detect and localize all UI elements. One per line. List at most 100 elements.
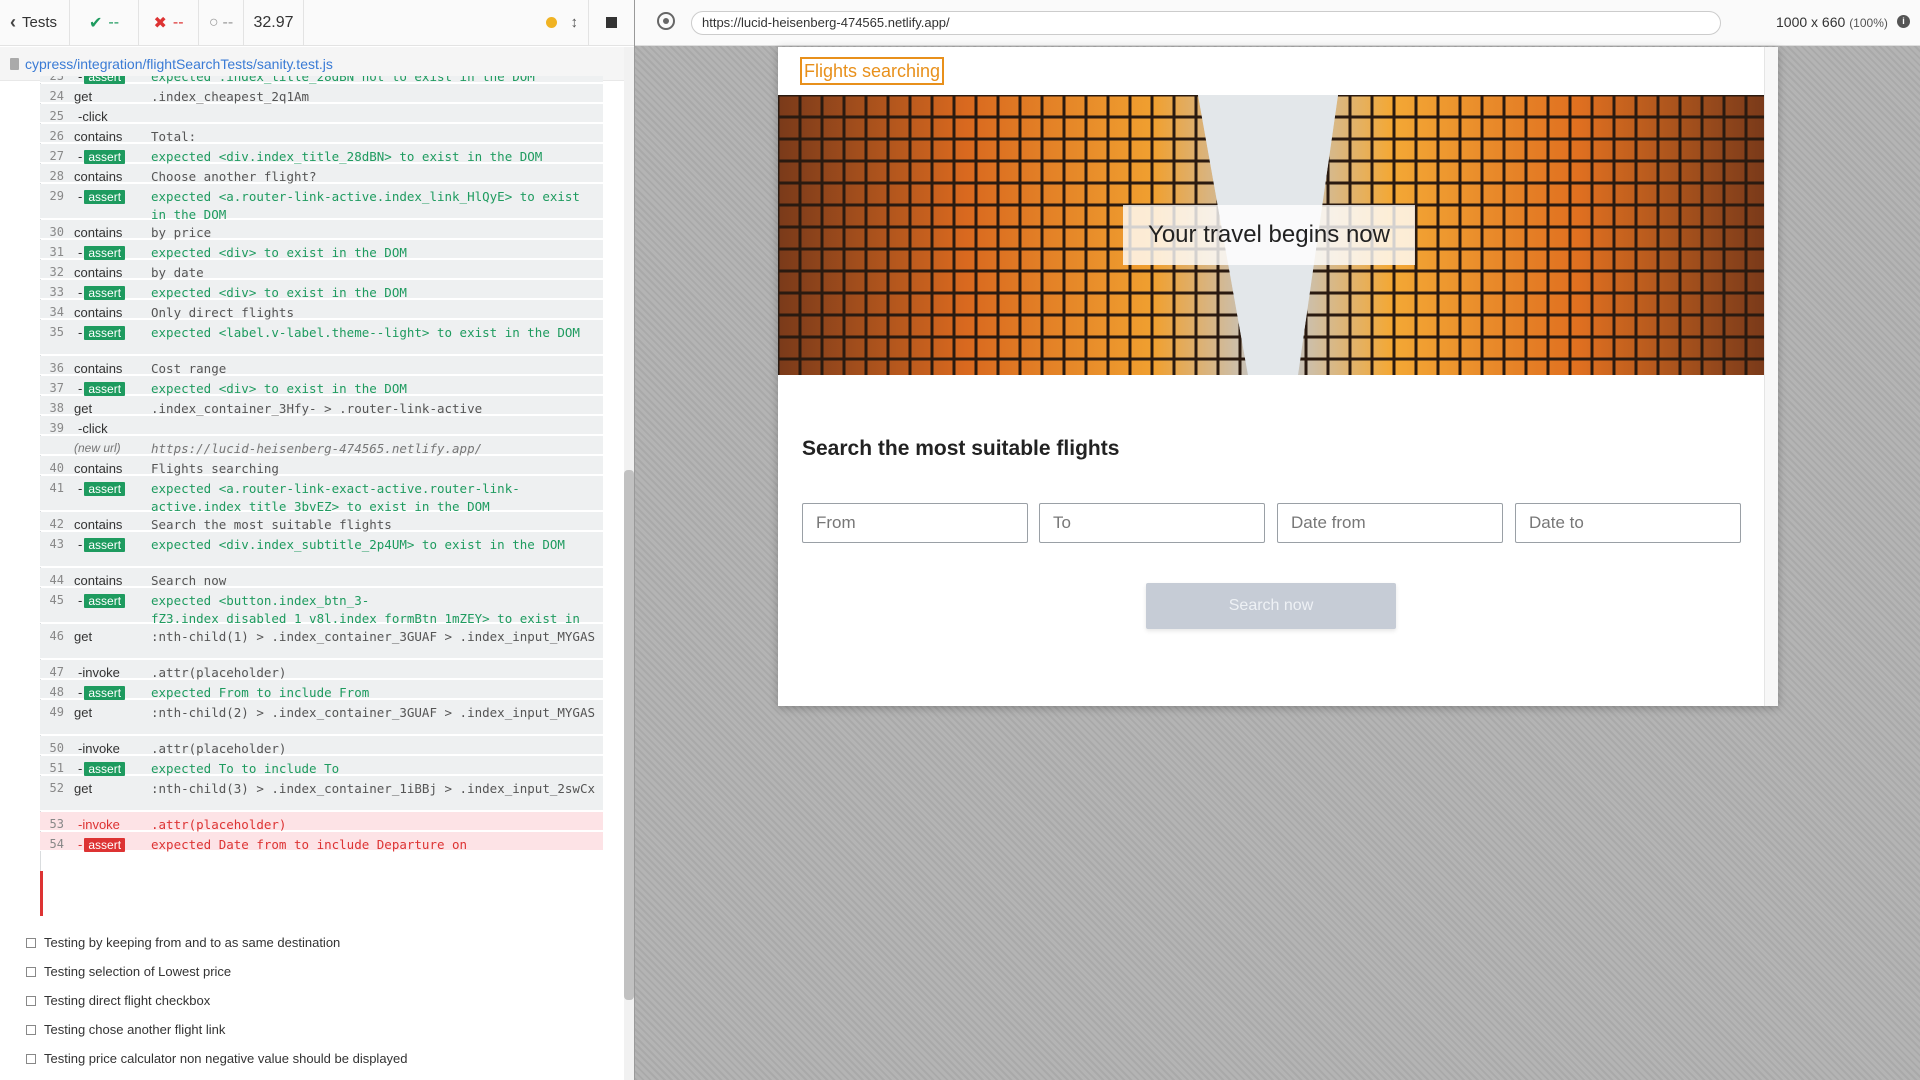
command-row[interactable]: 25 -click [40, 104, 603, 124]
command-name: contains [74, 361, 123, 376]
command-name: contains [74, 169, 123, 184]
command-name: - assert [78, 381, 126, 396]
command-name: contains [74, 225, 123, 240]
assert-badge: assert [84, 150, 126, 164]
circle-icon: ○ [208, 13, 219, 31]
command-row[interactable]: 38 get .index_container_3Hfy- > .router-li… [40, 396, 603, 416]
command-row[interactable]: 49 get:nth-child(2) > .index_container_3G… [40, 700, 603, 735]
command-number: 42 [49, 517, 64, 531]
selector-playground-icon[interactable] [657, 12, 675, 30]
test-title: Testing chose another flight link [44, 1022, 226, 1037]
command-row[interactable]: 54 - assert expected Date from to include D… [40, 832, 603, 852]
hero-banner: Your travel begins now [778, 95, 1764, 375]
command-number: 43 [49, 537, 64, 551]
command-name: - assert [78, 325, 126, 340]
command-message: :nth-child(3) > .index_container_1iBBj >… [151, 781, 596, 796]
test-item[interactable]: Testing direct flight checkbox [26, 993, 210, 1008]
command-row[interactable]: 41 - assert expected <a.router-link-exact-a… [40, 476, 603, 514]
command-row[interactable]: 29 - assert expected <a.router-link-active.… [40, 184, 603, 222]
command-name: - assert [78, 593, 126, 608]
command-message: expected <a.router-link-active.index_lin… [151, 189, 580, 222]
command-number: 47 [49, 665, 64, 679]
command-row[interactable]: 47 -invoke .attr(placeholder) [40, 660, 603, 680]
command-row[interactable]: 42 contains Search the most suitable fligh… [40, 512, 603, 532]
command-row[interactable]: 36 contains Cost range [40, 356, 603, 376]
test-item[interactable]: Testing by keeping from and to as same d… [26, 935, 340, 950]
command-row[interactable]: 39 -click [40, 416, 603, 436]
command-row[interactable]: 27- assert expected <div.index_title_28dBN… [40, 144, 603, 164]
command-row[interactable]: 52 get:nth-child(3) > .index_container_1i… [40, 776, 603, 811]
command-number: 48 [49, 685, 64, 699]
command-name: - assert [78, 481, 126, 496]
command-row[interactable]: 28 contains Choose another flight? [40, 164, 603, 184]
check-icon: ✔ [88, 14, 103, 32]
command-row[interactable]: 33- assert expected <div> to exist in the … [40, 280, 603, 300]
stop-button[interactable] [588, 0, 634, 45]
test-status-checkbox-icon [26, 995, 36, 1006]
failed-stat: ✖ -- [139, 0, 199, 45]
file-icon [10, 57, 19, 70]
app-scrollbar[interactable] [1764, 47, 1778, 706]
auto-scroll-icon[interactable]: ↕ [571, 14, 579, 31]
command-name: contains [74, 129, 123, 144]
pending-count: -- [222, 13, 234, 31]
passed-count: -- [108, 13, 120, 31]
url-bar[interactable]: https://lucid-heisenberg-474565.netlify.… [691, 11, 1721, 35]
spec-path-link[interactable]: cypress/integration/flightSearchTests/sa… [25, 56, 333, 72]
test-title: Testing by keeping from and to as same d… [44, 935, 341, 950]
command-row[interactable]: 43 - assert expected <div.index_subtitle_2p… [40, 532, 603, 567]
tests-back-button[interactable]: ‹ Tests [0, 0, 70, 45]
reporter-scrollbar-thumb[interactable] [624, 470, 634, 1000]
from-input[interactable]: From [802, 503, 1028, 543]
command-row[interactable]: 40 contains Flights searching [40, 456, 603, 476]
command-number: 45 [49, 593, 64, 607]
command-row[interactable]: 50 -invoke .attr(placeholder) [40, 736, 603, 756]
hero-text: Your travel begins now [1123, 205, 1415, 265]
command-row[interactable]: 32 contains by date [40, 260, 603, 280]
command-name: contains [74, 305, 123, 320]
command-row[interactable]: 44 contains Search now [40, 568, 603, 588]
assert-badge: assert [84, 762, 126, 776]
command-name: get [74, 705, 93, 720]
command-number: 50 [49, 741, 64, 755]
info-icon[interactable]: i [1897, 15, 1910, 28]
viewport-info: 1000 x 660 (100%) [1776, 14, 1888, 30]
command-row[interactable]: 45- assert expected <button.index_btn_3-fZ… [40, 588, 603, 644]
command-row[interactable]: 30 contains by price [40, 220, 603, 240]
command-row[interactable]: (new url) https://lucid-heisenberg-474565… [40, 436, 603, 456]
command-log: 23- assert expected .index_title_28dBN not… [40, 76, 603, 916]
command-row[interactable]: 37- assert expected <div> to exist in the … [40, 376, 603, 396]
command-name: - assert [78, 761, 126, 776]
command-row[interactable]: 24 get .index_cheapest_2q1Am [40, 84, 603, 104]
command-row[interactable]: 26 contains Total: [40, 124, 603, 144]
command-message: :nth-child(1) > .index_container_3GUAF >… [151, 629, 596, 644]
command-row[interactable]: 51- assert expected To to include To [40, 756, 603, 776]
assert-badge: assert [84, 326, 126, 340]
command-row[interactable]: 31- assert expected <div> to exist in the … [40, 240, 603, 260]
command-number: 40 [49, 461, 64, 475]
app-title-link[interactable]: Flights searching [800, 57, 945, 85]
command-row[interactable]: 35 - assert expected <label.v-label.theme--… [40, 320, 603, 355]
test-item[interactable]: Testing price calculator non negative va… [26, 1051, 408, 1066]
command-number: 26 [49, 129, 64, 143]
command-number: 25 [49, 109, 64, 123]
command-name: -click [78, 109, 108, 124]
command-row[interactable]: 48- assert expected From to include From [40, 680, 603, 700]
command-row[interactable]: 53 -invoke .attr(placeholder) [40, 812, 603, 832]
date-from-input[interactable]: Date from [1277, 503, 1503, 543]
command-row[interactable]: 23- assert expected .index_title_28dBN not… [40, 76, 603, 84]
reporter-header: ‹ Tests ✔ -- ✖ -- ○ -- 32.97 ↕ [0, 0, 634, 46]
test-title: Testing direct flight checkbox [44, 993, 211, 1008]
assert-badge: assert [84, 246, 126, 260]
command-message: expected Date from to include Departure … [151, 837, 468, 852]
command-name: -click [78, 421, 108, 436]
search-now-button[interactable]: Search now [1146, 583, 1396, 629]
test-item[interactable]: Testing selection of Lowest price [26, 964, 231, 979]
command-number: 27 [49, 149, 64, 163]
command-row[interactable]: 34 contains Only direct flights [40, 300, 603, 320]
command-message: expected <a.router-link-exact-active.rou… [151, 481, 520, 514]
date-to-input[interactable]: Date to [1515, 503, 1741, 543]
command-row[interactable]: 46 get:nth-child(1) > .index_container_3G… [40, 624, 603, 659]
test-item[interactable]: Testing chose another flight link [26, 1022, 225, 1037]
to-input[interactable]: To [1039, 503, 1265, 543]
